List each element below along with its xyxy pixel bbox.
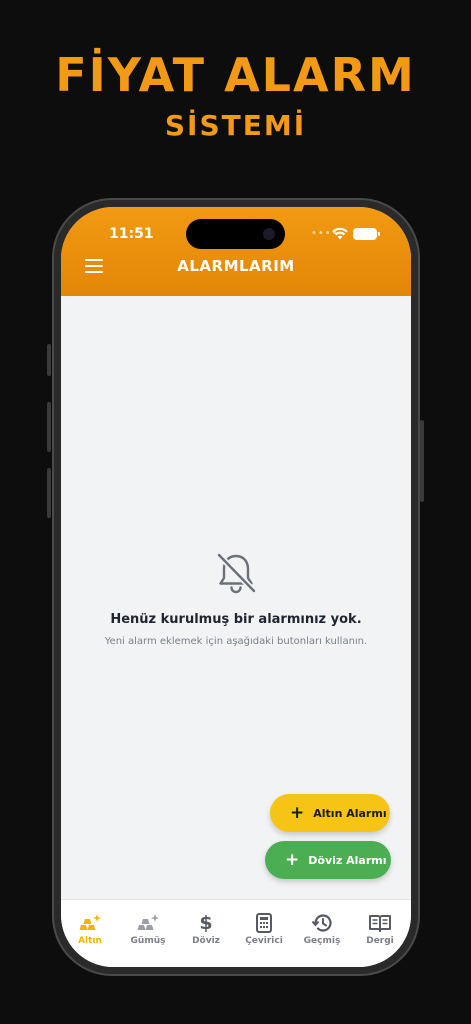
tab-gumus[interactable]: Gümüş [119,912,177,946]
tab-label: Dergi [366,936,394,946]
bell-off-icon [216,552,257,594]
promo-headline: FİYAT ALARM SİSTEMİ [0,48,471,144]
add-fx-alarm-label: Döviz Alarmı [308,853,387,867]
page-title: ALARMLARIM [177,257,295,275]
empty-state-subtitle: Yeni alarm eklemek için aşağıdaki butonl… [104,636,368,647]
calculator-icon [235,912,293,934]
phone-volume-up-button [47,402,51,452]
tab-label: Döviz [192,936,220,946]
tab-cevirici[interactable]: Çevirici [235,912,293,946]
phone-volume-down-button [47,468,51,518]
status-time: 11:51 [109,226,154,242]
wifi-icon [332,227,348,240]
plus-icon: + [290,802,305,823]
book-icon [351,912,409,934]
add-gold-alarm-label: Altın Alarmı [313,806,387,820]
dynamic-island [186,219,285,249]
gold-bars-icon [61,912,119,934]
phone-action-button [47,344,51,376]
headline-line-2: SİSTEMİ [164,109,307,142]
dollar-icon: $ [199,911,213,934]
tab-label: Geçmiş [303,936,341,946]
empty-state-title: Henüz kurulmuş bir alarmınız yok. [110,612,362,627]
add-gold-alarm-button[interactable]: + Altın Alarmı [270,794,390,832]
battery-icon [353,228,380,240]
bottom-tab-bar: Altın Gümüş $ Döviz Çevirici Geçmiş Derg… [61,899,411,967]
silver-bars-icon [119,912,177,934]
tab-doviz[interactable]: $ Döviz [177,912,235,946]
tab-label: Gümüş [130,936,166,946]
add-fx-alarm-button[interactable]: + Döviz Alarmı [265,841,391,879]
app-screen: 11:51 •••• ALARMLARIM Henüz kurulmuş bir… [61,207,411,967]
phone-power-button [420,420,424,502]
plus-icon: + [285,849,300,870]
tab-dergi[interactable]: Dergi [351,912,409,946]
tab-altin[interactable]: Altın [61,912,119,946]
history-icon [293,912,351,934]
camera-icon [263,228,275,240]
tab-label: Altın [78,936,102,946]
tab-gecmis[interactable]: Geçmiş [293,912,351,946]
tab-label: Çevirici [245,936,283,946]
headline-line-1: FİYAT ALARM [55,48,416,102]
app-bar: 11:51 •••• ALARMLARIM [61,207,411,296]
